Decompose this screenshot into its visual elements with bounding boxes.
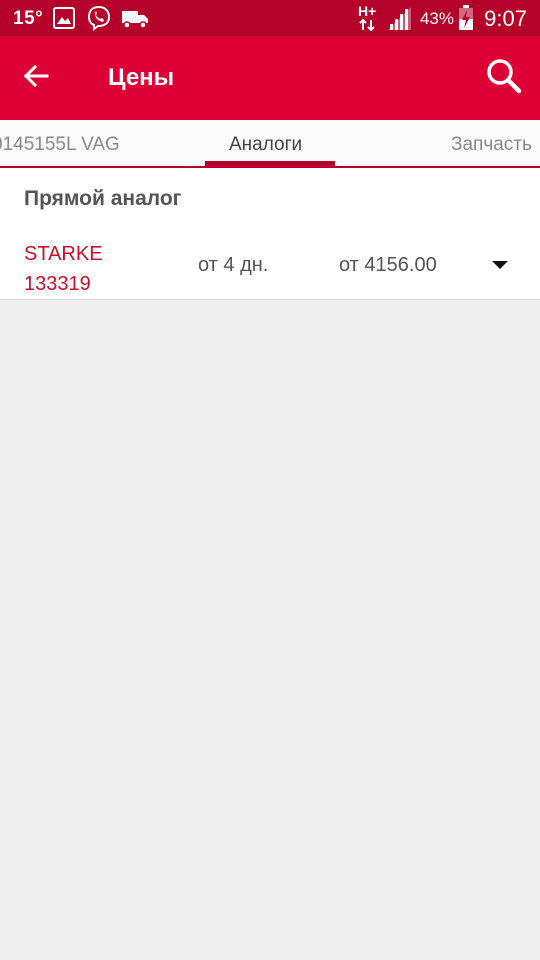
delivery-time: от 4 дн. <box>198 254 269 276</box>
analog-brand: STARKE <box>24 243 103 265</box>
network-hplus-icon: H+ <box>358 3 380 38</box>
caret-down-icon <box>491 257 509 275</box>
price: от 4156.00 <box>339 254 437 276</box>
screen: 15° H+ 43% 9:07 Цены 0145155L VAG Аналог… <box>0 0 540 960</box>
battery-icon <box>458 5 474 36</box>
temperature-label: 15° <box>13 8 44 29</box>
image-icon <box>53 7 75 34</box>
battery-percent: 43% <box>419 9 454 28</box>
back-button[interactable] <box>14 56 58 100</box>
tab-analogs[interactable]: Аналоги <box>229 134 302 156</box>
analog-part-number: 133319 <box>24 273 91 295</box>
section-title: Прямой аналог <box>24 187 182 210</box>
status-bar: 15° H+ 43% 9:07 <box>0 0 540 36</box>
search-button[interactable] <box>482 56 526 100</box>
app-bar: Цены <box>0 36 540 120</box>
signal-icon <box>386 5 412 36</box>
tab-original-part[interactable]: 0145155L VAG <box>0 134 120 156</box>
svg-text:H+: H+ <box>358 3 376 19</box>
active-tab-indicator <box>205 161 335 166</box>
analog-brand-block: STARKE 133319 <box>24 239 103 299</box>
list-item[interactable]: STARKE 133319 от 4 дн. от 4156.00 <box>0 232 540 298</box>
analogs-card: Прямой аналог STARKE 133319 от 4 дн. от … <box>0 168 540 300</box>
truck-icon <box>121 9 149 34</box>
page-title: Цены <box>108 64 175 91</box>
expand-button[interactable] <box>486 254 514 278</box>
viber-icon <box>86 5 112 36</box>
tab-bar: 0145155L VAG Аналоги Запчасть <box>0 120 540 168</box>
search-icon <box>485 57 523 100</box>
clock: 9:07 <box>484 6 527 31</box>
tab-spare-part[interactable]: Запчасть <box>451 134 532 156</box>
arrow-back-icon <box>22 62 50 95</box>
